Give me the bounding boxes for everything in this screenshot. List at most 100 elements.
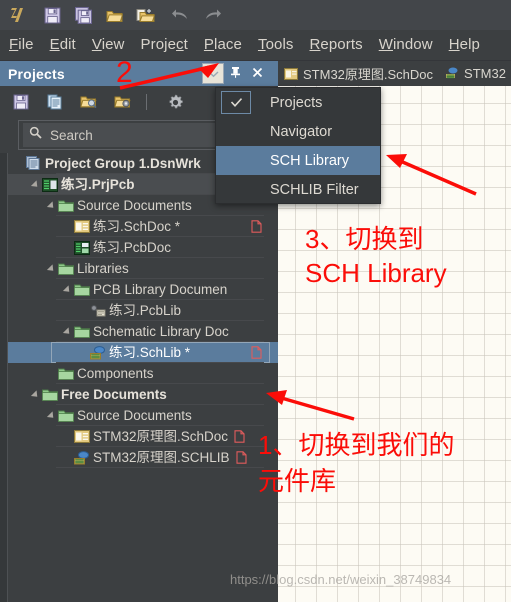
schdoc-icon: [73, 428, 90, 445]
undo-icon[interactable]: [167, 3, 194, 27]
tree-expander-open-icon[interactable]: [46, 195, 57, 216]
dropdown-menu-item[interactable]: SCHLIB Filter: [216, 175, 380, 204]
panel-dropdown-button[interactable]: [202, 63, 224, 84]
tree-row[interactable]: PCB Library Documen: [8, 279, 278, 300]
annotation-step-1-line2: 元件库: [258, 466, 337, 496]
redo-icon[interactable]: [198, 3, 225, 27]
tree-expander-placeholder: [62, 447, 73, 468]
annotation-step-3: 3、切换到 SCH Library: [305, 222, 447, 290]
menu-label-place: Place: [203, 36, 242, 53]
open-folder-icon[interactable]: [101, 3, 128, 27]
annotation-step-1: 1、切换到我们的 元件库: [258, 427, 454, 499]
tree-expander-open-icon[interactable]: [46, 258, 57, 279]
tree-row-label: 练习.SchLib *: [109, 345, 191, 360]
project-options-icon[interactable]: [109, 89, 136, 115]
menu-item-place[interactable]: Place: [196, 30, 250, 60]
prjpcb-icon: [41, 176, 58, 193]
tree-expander-placeholder: [14, 153, 25, 174]
folder-icon: [57, 260, 74, 277]
menu-item-window[interactable]: Window: [371, 30, 441, 60]
dropdown-item-label: SCH Library: [270, 152, 349, 169]
panel-header: Projects: [0, 61, 278, 86]
open-project-search-icon[interactable]: [75, 89, 102, 115]
tree-row-label: 练习.SchDoc *: [93, 219, 181, 234]
save-all-icon[interactable]: [70, 3, 97, 27]
panel-dropdown-menu[interactable]: Projects Navigator SCH Library SCHLIB Filte…: [215, 87, 381, 204]
tree-row[interactable]: Schematic Library Doc: [8, 321, 278, 342]
document-tab-strip: STM32原理图.SchDoc STM32: [278, 61, 511, 86]
tree-row[interactable]: Free Documents: [8, 384, 278, 405]
menu-item-help[interactable]: Help: [441, 30, 488, 60]
tree-row[interactable]: Libraries: [8, 258, 278, 279]
tree-expander-placeholder: [62, 216, 73, 237]
search-icon: [29, 126, 42, 144]
tree-expander-open-icon[interactable]: [62, 279, 73, 300]
project-tree[interactable]: Project Group 1.DsnWrk 练习.PrjPcb Source Do…: [8, 153, 278, 602]
menu-label-reports: Reports: [309, 36, 363, 53]
open-project-icon[interactable]: [132, 3, 159, 27]
schlib-icon: [89, 344, 106, 361]
dropdown-menu-item[interactable]: SCH Library: [216, 146, 380, 175]
panel-close-button[interactable]: [246, 63, 268, 84]
tree-row-label: 练习.PrjPcb: [61, 177, 135, 192]
tree-expander-placeholder: [78, 300, 89, 321]
menu-item-reports[interactable]: Reports: [301, 30, 370, 60]
documents-icon[interactable]: [41, 89, 68, 115]
tree-row-label: Project Group 1.DsnWrk: [45, 156, 201, 171]
main-toolbar: [0, 0, 511, 30]
tree-expander-open-icon[interactable]: [46, 405, 57, 426]
tree-row[interactable]: STM32原理图.SCHLIB: [8, 447, 278, 468]
tree-row[interactable]: 练习.PcbDoc: [8, 237, 278, 258]
pin-icon: [230, 65, 241, 83]
tree-row[interactable]: 练习.PcbLib: [8, 300, 278, 321]
tree-row[interactable]: Source Documents: [8, 405, 278, 426]
menu-item-tools[interactable]: Tools: [250, 30, 302, 60]
save-icon[interactable]: [39, 3, 66, 27]
gear-icon[interactable]: [162, 89, 189, 115]
tree-expander-placeholder: [62, 426, 73, 447]
dropdown-menu-item[interactable]: Navigator: [216, 117, 380, 146]
folder-icon: [57, 365, 74, 382]
schlib-icon: [73, 449, 90, 466]
pcblib-icon: [89, 302, 106, 319]
menu-label-help: Help: [448, 36, 480, 53]
dropdown-menu-item[interactable]: Projects: [216, 88, 380, 117]
tree-row-label: Libraries: [77, 261, 129, 276]
tree-row[interactable]: Components: [8, 363, 278, 384]
tree-row[interactable]: 练习.SchDoc *: [8, 216, 278, 237]
dropdown-item-label: Navigator: [270, 123, 333, 140]
tab-label: STM32: [464, 66, 506, 81]
tree-row[interactable]: 练习.SchLib *: [8, 342, 278, 363]
altium-designer-window: File Edit View Project Place Tools Repor…: [0, 0, 511, 602]
annotation-step-2: 2: [116, 56, 133, 89]
tree-expander-open-icon[interactable]: [30, 384, 41, 405]
tab-stm32-schlib[interactable]: STM32: [439, 61, 511, 86]
schdoc-icon: [73, 218, 90, 235]
menu-item-file[interactable]: File: [0, 30, 42, 60]
unsaved-file-icon: [251, 346, 262, 359]
panel-toolbar-separator: [146, 94, 147, 110]
tree-row[interactable]: STM32原理图.SchDoc: [8, 426, 278, 447]
altium-logo-icon[interactable]: [4, 3, 31, 27]
tab-stm32-schdoc[interactable]: STM32原理图.SchDoc: [278, 61, 439, 86]
tree-expander-open-icon[interactable]: [62, 321, 73, 342]
dropdown-item-label: Projects: [270, 94, 323, 111]
check-icon: [221, 91, 251, 114]
watermark: https://blog.csdn.net/weixin_38749834: [230, 572, 452, 587]
menu-item-edit[interactable]: Edit: [42, 30, 84, 60]
menu-item-project[interactable]: Project: [133, 30, 196, 60]
panel-pin-button[interactable]: [224, 63, 246, 84]
save-icon[interactable]: [7, 89, 34, 115]
tab-label: STM32原理图.SchDoc: [303, 67, 434, 82]
folder-icon: [57, 197, 74, 214]
menu-label-view: View: [91, 36, 125, 53]
tree-expander-open-icon[interactable]: [30, 174, 41, 195]
schdoc-icon: [284, 67, 298, 80]
pcbdoc-icon: [73, 239, 90, 256]
tree-row-label: STM32原理图.SchDoc: [93, 429, 229, 444]
